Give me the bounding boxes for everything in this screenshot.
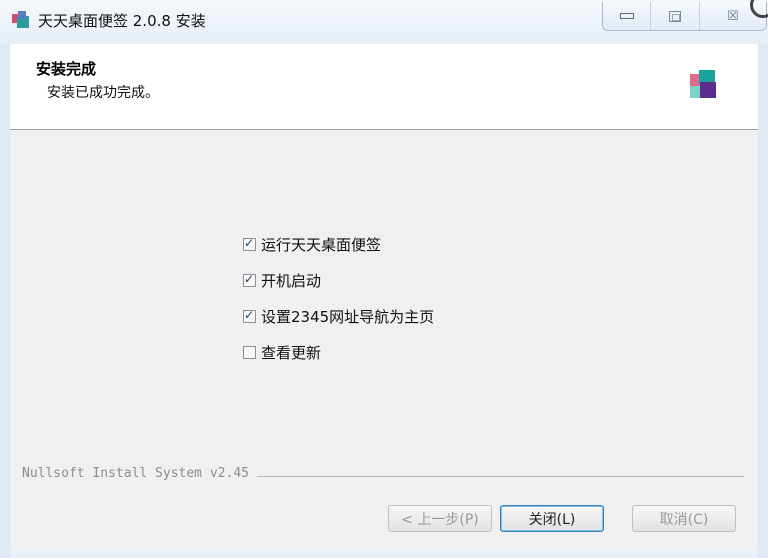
option-label: 设置2345网址导航为主页 — [261, 307, 435, 326]
option-set-homepage[interactable]: 设置2345网址导航为主页 — [243, 298, 434, 334]
maximize-button[interactable] — [651, 2, 700, 30]
cancel-button[interactable]: 取消(C) — [632, 505, 736, 532]
close-icon: ☒ — [727, 8, 739, 24]
page-title: 安装完成 — [36, 60, 97, 78]
option-autostart[interactable]: 开机启动 — [243, 262, 434, 298]
option-label: 开机启动 — [261, 271, 322, 290]
page-header: 安装完成 安装已成功完成。 — [10, 44, 758, 130]
option-label: 查看更新 — [261, 343, 322, 362]
minimize-icon — [619, 13, 634, 19]
window-controls: ☒ — [602, 2, 767, 31]
window-border-right — [758, 44, 768, 558]
maximize-icon — [669, 10, 682, 22]
close-installer-button[interactable]: 关闭(L) — [500, 505, 604, 532]
options-list: 运行天天桌面便签 开机启动 设置2345网址导航为主页 查看更新 — [243, 226, 434, 370]
option-run-app[interactable]: 运行天天桌面便签 — [243, 226, 434, 262]
autostart-checkbox[interactable] — [243, 272, 256, 287]
run-app-checkbox[interactable] — [243, 236, 256, 251]
option-label: 运行天天桌面便签 — [261, 235, 382, 254]
check-updates-checkbox[interactable] — [243, 345, 256, 359]
app-icon — [12, 10, 32, 28]
title-bar[interactable]: 天天桌面便签 2.0.8 安装 ☒ — [0, 0, 768, 44]
installer-brand: Nullsoft Install System v2.45 — [22, 466, 257, 481]
back-button[interactable]: < 上一步(P) — [388, 505, 492, 532]
window-border-left — [0, 44, 10, 558]
app-logo — [690, 70, 720, 98]
minimize-button[interactable] — [603, 2, 652, 30]
option-check-updates[interactable]: 查看更新 — [243, 334, 434, 370]
set-homepage-checkbox[interactable] — [243, 308, 256, 323]
content-panel: 运行天天桌面便签 开机启动 设置2345网址导航为主页 查看更新 Nullsof… — [10, 130, 758, 550]
installer-window: 天天桌面便签 2.0.8 安装 ☒ 安装完成 安装已成功完成。 运行天天桌面便签 — [0, 0, 768, 558]
page-subtitle: 安装已成功完成。 — [47, 85, 159, 101]
window-title: 天天桌面便签 2.0.8 安装 — [38, 12, 206, 30]
